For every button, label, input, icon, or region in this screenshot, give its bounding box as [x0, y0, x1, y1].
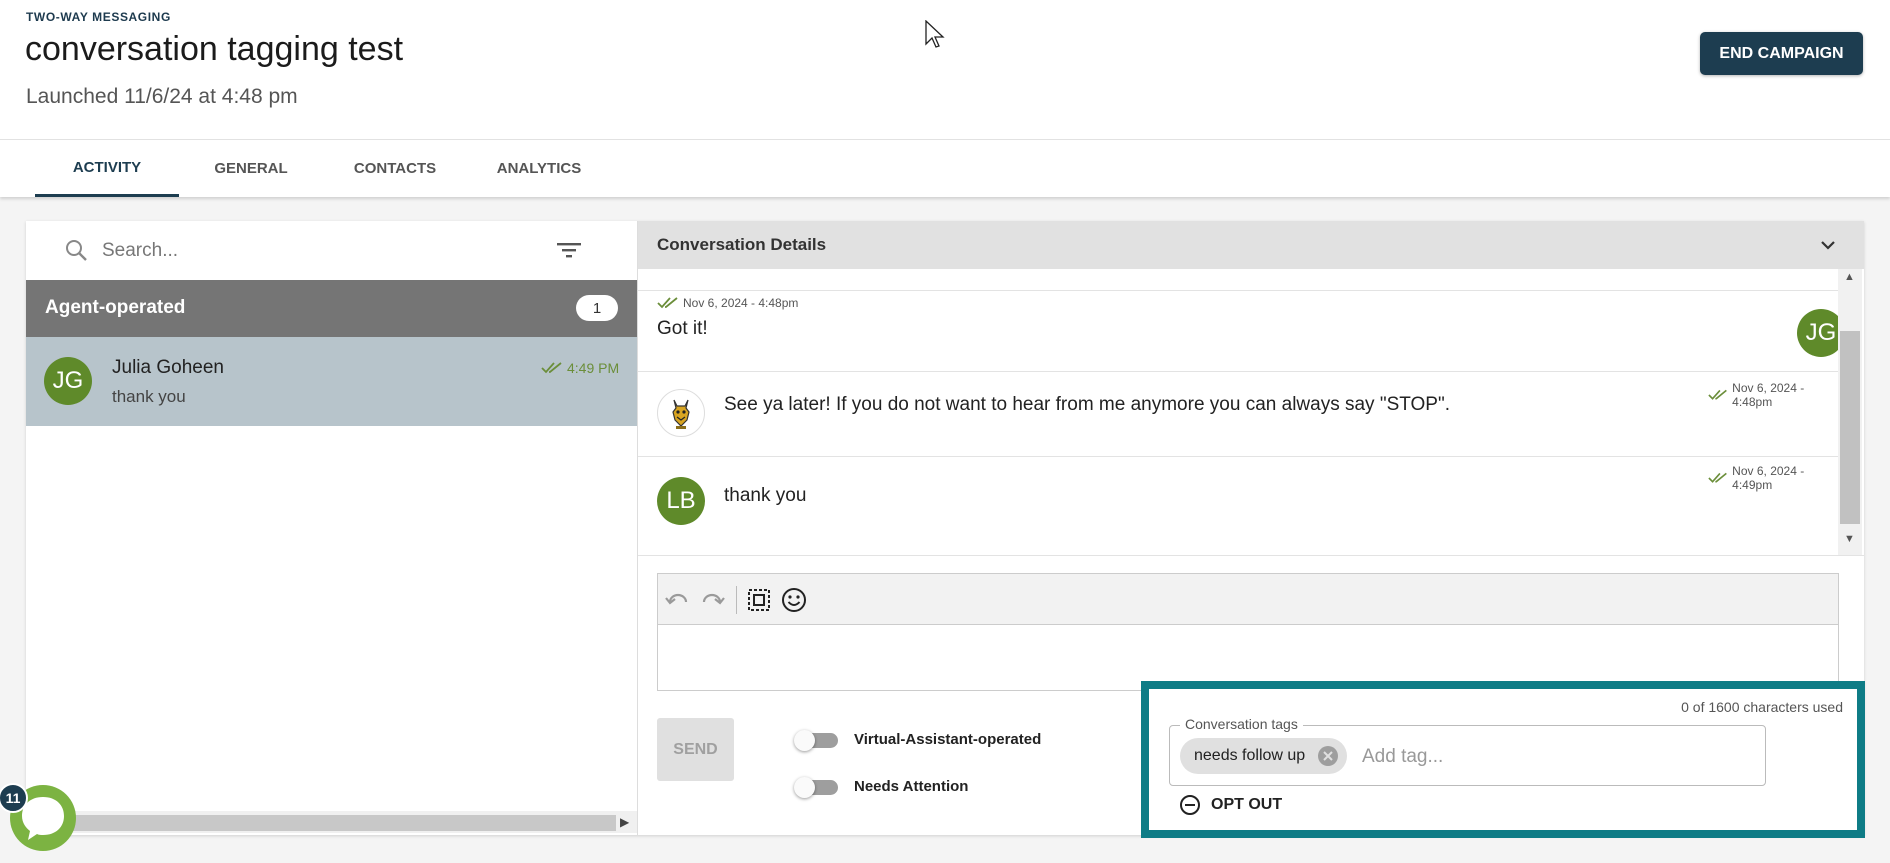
horizontal-scrollbar[interactable]: ▶	[26, 811, 637, 833]
contact-name: Julia Goheen	[112, 357, 224, 378]
tab-activity[interactable]: ACTIVITY	[35, 140, 179, 197]
message-thread: Nov 6, 2024 - 4:48pm Got it! JG See ya l…	[638, 269, 1838, 555]
double-check-icon	[541, 362, 562, 374]
group-title: Agent-operated	[45, 297, 186, 318]
double-check-icon	[1708, 389, 1727, 400]
message-item: See ya later! If you do not want to hear…	[638, 372, 1838, 457]
character-count: 0 of 1600 characters used	[1681, 699, 1843, 715]
add-tag-input[interactable]	[1360, 740, 1754, 774]
conversation-details-header[interactable]: Conversation Details	[638, 221, 1864, 269]
tags-legend: Conversation tags	[1180, 716, 1303, 732]
tab-general[interactable]: GENERAL	[193, 140, 309, 197]
conversation-tags-field[interactable]: Conversation tags needs follow up	[1169, 716, 1766, 786]
message-timestamp: Nov 6, 2024 - 4:48pm	[683, 296, 799, 310]
tab-contacts[interactable]: CONTACTS	[340, 140, 450, 197]
toggle-label: Virtual-Assistant-operated	[854, 731, 1042, 748]
message-meta: Nov 6, 2024 - 4:49pm	[1708, 464, 1838, 492]
avatar: LB	[657, 477, 705, 525]
avatar: JG	[44, 357, 92, 405]
message-preview: thank you	[112, 387, 186, 406]
mouse-cursor-icon	[925, 20, 945, 48]
divider	[638, 555, 1864, 556]
tag-chip-label: needs follow up	[1194, 747, 1306, 764]
redo-icon[interactable]	[698, 585, 728, 615]
emoji-icon[interactable]	[779, 585, 809, 615]
scroll-down-arrow-icon[interactable]: ▼	[1844, 533, 1855, 545]
message-text: thank you	[724, 485, 807, 506]
remove-tag-icon[interactable]	[1317, 745, 1339, 767]
bot-mascot-icon	[657, 389, 705, 437]
details-title: Conversation Details	[657, 235, 827, 254]
tab-bar: ACTIVITY GENERAL CONTACTS ANALYTICS	[0, 140, 1890, 197]
filter-icon[interactable]	[556, 240, 582, 260]
campaign-type-label: TWO-WAY MESSAGING	[26, 10, 171, 24]
search-input[interactable]	[100, 233, 544, 269]
editor-toolbar	[657, 573, 1839, 625]
tab-analytics[interactable]: ANALYTICS	[486, 140, 592, 197]
message-text: See ya later! If you do not want to hear…	[724, 394, 1450, 415]
message-text: Got it!	[657, 318, 708, 339]
conversation-time: 4:49 PM	[541, 360, 619, 376]
double-check-icon	[657, 297, 678, 309]
send-button[interactable]: SEND	[657, 718, 734, 781]
undo-icon[interactable]	[662, 585, 692, 615]
virtual-assistant-toggle[interactable]	[794, 730, 838, 751]
launch-date: Launched 11/6/24 at 4:48 pm	[26, 85, 298, 108]
time-label: 4:49 PM	[567, 360, 620, 376]
conversation-list-panel: Agent-operated 1 JG Julia Goheen thank y…	[26, 221, 638, 835]
select-all-icon[interactable]	[744, 585, 774, 615]
message-item: LB thank you Nov 6, 2024 - 4:49pm	[638, 457, 1838, 552]
conversation-list-item[interactable]: JG Julia Goheen thank you 4:49 PM	[26, 337, 637, 426]
tag-chip[interactable]: needs follow up	[1180, 738, 1347, 774]
message-cutoff	[638, 269, 1838, 291]
agent-operated-group-header[interactable]: Agent-operated 1	[26, 280, 637, 337]
double-check-icon	[1708, 472, 1727, 483]
message-meta: Nov 6, 2024 - 4:48pm	[657, 296, 798, 310]
opt-out-label: OPT OUT	[1211, 796, 1283, 813]
scrollbar-thumb[interactable]	[46, 815, 616, 831]
needs-attention-toggle[interactable]	[794, 777, 838, 798]
group-count-badge: 1	[576, 295, 618, 321]
campaign-header: TWO-WAY MESSAGING conversation tagging t…	[0, 0, 1890, 140]
page-title: conversation tagging test	[25, 30, 404, 68]
conversation-tags-panel: 0 of 1600 characters used Conversation t…	[1141, 681, 1865, 838]
scroll-up-arrow-icon[interactable]: ▲	[1844, 271, 1855, 283]
search-icon	[66, 240, 87, 261]
message-timestamp: Nov 6, 2024 - 4:48pm	[1732, 381, 1805, 409]
opt-out-button[interactable]: OPT OUT	[1179, 794, 1282, 816]
scrollbar-thumb[interactable]	[1840, 331, 1860, 524]
avatar: JG	[1797, 309, 1838, 357]
message-timestamp: Nov 6, 2024 - 4:49pm	[1732, 464, 1805, 492]
toggle-label: Needs Attention	[854, 778, 969, 795]
message-meta: Nov 6, 2024 - 4:48pm	[1708, 381, 1838, 409]
scroll-right-arrow-icon[interactable]: ▶	[620, 815, 629, 829]
message-item: Nov 6, 2024 - 4:48pm Got it! JG	[638, 291, 1838, 372]
minus-circle-icon	[1180, 795, 1200, 815]
end-campaign-button[interactable]: END CAMPAIGN	[1700, 32, 1863, 75]
chevron-down-icon[interactable]	[1818, 235, 1838, 255]
toolbar-divider	[736, 586, 737, 614]
vertical-scrollbar[interactable]: ▲ ▼	[1838, 269, 1862, 555]
